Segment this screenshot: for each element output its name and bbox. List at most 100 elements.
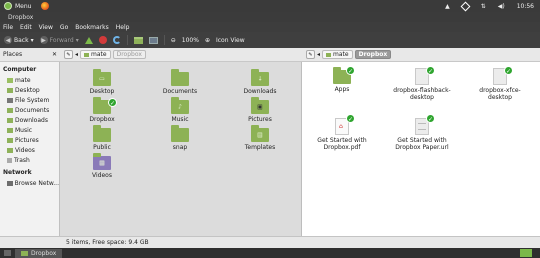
file-item-dropbox-flashback-desktop[interactable]: ✓ dropbox-flashback-desktop xyxy=(392,66,452,101)
sidebar-item-label: Documents xyxy=(15,106,50,114)
file-item-desktop[interactable]: ▭ Desktop xyxy=(72,69,132,95)
menu-button[interactable]: Menu xyxy=(0,0,35,12)
right-file-pane[interactable]: ✓ Apps ✓ dropbox-flashback-desktop ✓ dro… xyxy=(302,62,540,236)
close-icon[interactable]: ✕ xyxy=(52,51,57,58)
computer-icon[interactable] xyxy=(148,36,158,44)
file-item-pictures[interactable]: ▣ Pictures xyxy=(230,97,290,123)
sidebar-item-label: mate xyxy=(15,76,31,84)
menu-view[interactable]: View xyxy=(39,24,53,31)
menu-bookmarks[interactable]: Bookmarks xyxy=(75,24,109,31)
file-item-get-started-pdf[interactable]: ⌂ ✓ Get Started with Dropbox.pdf xyxy=(312,114,372,151)
file-item-dropbox-xfce-desktop[interactable]: ✓ dropbox-xfce-desktop xyxy=(470,66,530,101)
file-item-videos[interactable]: ▦ Videos xyxy=(72,153,132,179)
sidebar-item-label: Trash xyxy=(14,156,30,164)
menu-help[interactable]: Help xyxy=(116,24,130,31)
public-folder-icon xyxy=(93,125,111,142)
zoom-out-icon[interactable]: ⊖ xyxy=(171,37,176,44)
refresh-icon[interactable] xyxy=(112,36,121,44)
sidebar-item-browse-network[interactable]: Browse Netw... xyxy=(0,178,59,188)
workspace-switcher[interactable] xyxy=(520,249,532,257)
dropbox-tray-icon[interactable] xyxy=(460,1,471,11)
path-scroll-left-icon[interactable]: ◂ xyxy=(75,51,78,58)
file-item-snap[interactable]: snap xyxy=(150,125,210,151)
status-bar: 5 items, Free space: 9.4 GB xyxy=(60,236,540,248)
volume-icon[interactable]: ◀) xyxy=(498,3,505,10)
file-item-public[interactable]: Public xyxy=(72,125,132,151)
drive-icon xyxy=(7,97,13,103)
breadcrumb-mate[interactable]: mate xyxy=(80,50,111,59)
view-mode-select[interactable]: Icon View xyxy=(216,37,245,44)
sidebar-item-music[interactable]: Music xyxy=(0,125,59,135)
file-item-label: dropbox-flashback-desktop xyxy=(393,87,451,101)
sync-check-icon: ✓ xyxy=(346,114,355,123)
sync-check-icon: ✓ xyxy=(426,114,435,123)
sidebar-item-documents[interactable]: Documents xyxy=(0,105,59,115)
path-scroll-left-icon[interactable]: ◂ xyxy=(317,51,320,58)
toolbar-separator xyxy=(163,35,165,45)
file-item-label: Downloads xyxy=(243,88,277,95)
sidebar-item-label: Downloads xyxy=(15,116,48,124)
file-item-label: Desktop xyxy=(89,88,115,95)
home-folder-icon xyxy=(84,52,90,57)
show-desktop-icon[interactable] xyxy=(4,250,11,256)
back-button[interactable]: ◀ Back ▾ xyxy=(4,34,34,46)
status-text: 5 items, Free space: 9.4 GB xyxy=(66,239,149,246)
sidebar-item-file-system[interactable]: File System xyxy=(0,95,59,105)
stop-icon[interactable] xyxy=(98,36,107,44)
sidebar-item-mate[interactable]: mate xyxy=(0,75,59,85)
breadcrumb-dropbox[interactable]: Dropbox xyxy=(112,50,146,59)
system-tray: ▲ ⇅ ◀) 10:56 xyxy=(445,0,534,12)
toolbar-separator xyxy=(126,35,128,45)
taskbar-window-label: Dropbox xyxy=(31,249,57,257)
sidebar-section-title: Network xyxy=(3,169,32,176)
taskbar-window-dropbox[interactable]: Dropbox xyxy=(15,248,63,258)
sidebar-item-pictures[interactable]: Pictures xyxy=(0,135,59,145)
file-item-downloads[interactable]: ↓ Downloads xyxy=(230,69,290,95)
file-item-music[interactable]: ♪ Music xyxy=(150,97,210,123)
bottom-taskbar: Dropbox xyxy=(0,248,540,258)
network-icon[interactable]: ⇅ xyxy=(481,3,486,10)
home-folder-icon xyxy=(7,77,13,83)
network-icon xyxy=(7,180,13,186)
file-item-label: Dropbox xyxy=(89,116,115,123)
sidebar-item-videos[interactable]: Videos xyxy=(0,145,59,155)
left-file-pane[interactable]: ▭ Desktop Documents ↓ Downloads ✓ Dropbo… xyxy=(60,62,302,236)
file-item-label: Videos xyxy=(92,172,112,179)
window-titlebar[interactable]: Dropbox xyxy=(0,12,540,22)
clock[interactable]: 10:56 xyxy=(517,3,534,10)
sidebar-selector[interactable]: Places xyxy=(3,51,22,58)
file-item-apps[interactable]: ✓ Apps xyxy=(312,66,372,93)
download-folder-icon xyxy=(7,117,13,123)
sidebar-status-area xyxy=(0,236,60,248)
file-item-documents[interactable]: Documents xyxy=(150,69,210,95)
edit-location-icon[interactable]: ✎ xyxy=(306,50,315,59)
sidebar-item-desktop[interactable]: Desktop xyxy=(0,85,59,95)
breadcrumb-dropbox[interactable]: Dropbox xyxy=(354,50,392,59)
sidebar-item-trash[interactable]: Trash xyxy=(0,155,59,165)
breadcrumb-mate[interactable]: mate xyxy=(322,50,353,59)
right-path-bar: ✎ ◂ mate Dropbox xyxy=(302,48,540,62)
folder-icon xyxy=(7,107,13,113)
sidebar-item-downloads[interactable]: Downloads xyxy=(0,115,59,125)
menu-go[interactable]: Go xyxy=(60,24,68,31)
forward-arrow-icon: ▶ xyxy=(39,36,48,44)
home-folder-icon[interactable] xyxy=(133,36,143,44)
firefox-launcher-icon[interactable] xyxy=(41,2,50,10)
forward-button[interactable]: ▶ Forward ▾ xyxy=(39,34,79,46)
desktop-folder-icon xyxy=(7,87,13,93)
file-item-get-started-paper-url[interactable]: ✓ Get Started with Dropbox Paper.url xyxy=(392,114,452,151)
home-folder-icon xyxy=(326,52,332,57)
videos-folder-icon: ▦ xyxy=(93,153,111,170)
up-arrow-icon[interactable] xyxy=(84,36,93,44)
file-item-dropbox[interactable]: ✓ Dropbox xyxy=(72,97,132,123)
menu-file[interactable]: File xyxy=(3,24,13,31)
folder-icon xyxy=(171,125,189,142)
notification-icon[interactable]: ▲ xyxy=(445,3,450,10)
menu-edit[interactable]: Edit xyxy=(20,24,32,31)
edit-location-icon[interactable]: ✎ xyxy=(64,50,73,59)
sidebar-item-label: File System xyxy=(15,96,50,104)
back-arrow-icon: ◀ xyxy=(4,36,12,44)
chevron-down-icon: ▾ xyxy=(30,36,34,44)
file-item-templates[interactable]: ▤ Templates xyxy=(230,125,290,151)
zoom-in-icon[interactable]: ⊕ xyxy=(205,37,210,44)
